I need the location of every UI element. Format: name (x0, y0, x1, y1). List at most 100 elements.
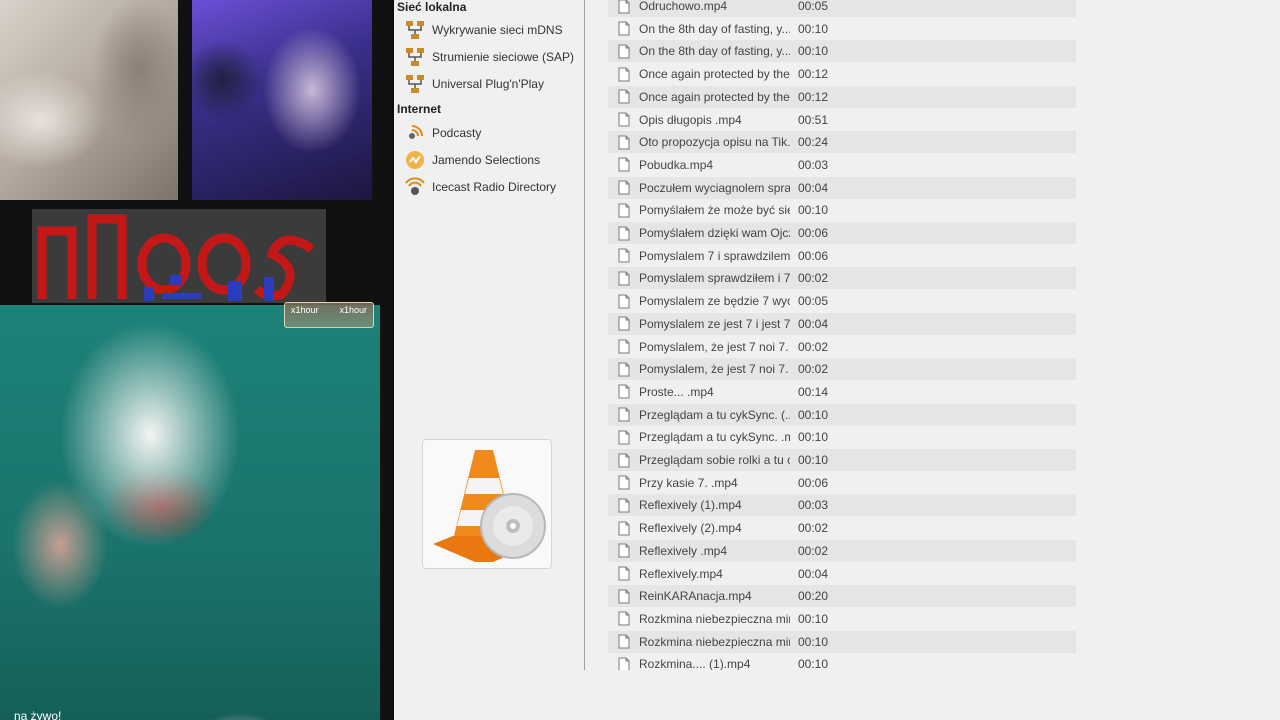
sidebar-item-label: Wykrywanie sieci mDNS (432, 23, 563, 37)
playlist-item-duration: 00:12 (798, 67, 829, 82)
playlist-item-title: Reflexively (1).mp4 (639, 498, 742, 513)
playlist-item-duration: 00:10 (798, 407, 829, 422)
playlist-item-duration: 00:02 (798, 543, 829, 558)
playlist-item-duration: 00:14 (798, 384, 829, 399)
playlist-row[interactable]: Rozkmina niebezpieczna min... 00:10 (608, 630, 1076, 653)
file-icon (618, 362, 630, 377)
playlist-item-title: Rozkmina niebezpieczna min... (639, 611, 790, 626)
file-icon (618, 157, 630, 172)
playlist-item-duration: 00:02 (798, 271, 829, 286)
playlist-row[interactable]: Przeglądam a tu cykSync. .m... 00:10 (608, 426, 1076, 448)
file-icon (618, 566, 630, 581)
playlist-item-duration: 00:10 (798, 453, 829, 467)
playlist-row[interactable]: Pomyslalem sprawdziłem i 7.... 00:02 (608, 267, 1076, 290)
sidebar-item-sap[interactable]: Strumienie sieciowe (SAP) (404, 45, 579, 69)
sidebar-item-icecast[interactable]: Icecast Radio Directory (404, 175, 579, 199)
sidebar-item-label: Universal Plug'n'Play (432, 77, 544, 91)
playlist-row[interactable]: Pomyslalem ze jest 7 i jest 7 ... 00:04 (608, 312, 1076, 335)
playlist-item-duration: 00:10 (798, 430, 829, 445)
file-icon (618, 634, 630, 649)
playlist-item-title: Pomyslalem ze jest 7 i jest 7 ... (639, 316, 790, 331)
playlist-row[interactable]: Opis długopis .mp4 00:51 (608, 109, 1076, 131)
channel-logo-graphic (32, 209, 326, 303)
file-icon (618, 453, 630, 467)
playlist-item-duration: 00:03 (798, 157, 829, 172)
sidebar-item-mdns[interactable]: Wykrywanie sieci mDNS (404, 18, 579, 42)
playlist-item-duration: 00:10 (798, 21, 829, 36)
x1hour-label-right: x1hour (339, 305, 367, 315)
playlist-item-duration: 00:02 (798, 521, 829, 536)
file-icon (618, 248, 630, 263)
playlist-row[interactable]: Poczułem wyciagnolem spra... 00:04 (608, 176, 1076, 199)
playlist-row[interactable]: Przy kasie 7. .mp4 00:06 (608, 472, 1076, 494)
playlist-item-title: Reflexively .mp4 (639, 543, 728, 558)
vlc-playlist-window: Sieć lokalna Wykrywanie sieci mDNS Strum… (394, 0, 1280, 720)
vlc-cone-icon (433, 450, 546, 562)
file-icon (618, 226, 630, 240)
playlist-row[interactable]: Reflexively .mp4 00:02 (608, 539, 1076, 562)
playlist-row[interactable]: Pomyslalem 7 i sprawdzilem i ... 00:06 (608, 245, 1076, 267)
playlist-row[interactable]: Reflexively (1).mp4 00:03 (608, 494, 1076, 517)
playlist-row[interactable]: Pomyslalem, że jest 7 noi 7. ... 00:02 (608, 358, 1076, 381)
playlist-row[interactable]: Pomyślałem że może być sie... 00:10 (608, 199, 1076, 221)
playlist-row[interactable]: On the 8th day of fasting, y... 00:10 (608, 18, 1076, 40)
playlist-row[interactable]: On the 8th day of fasting, y... 00:10 (608, 40, 1076, 63)
playlist-item-duration: 00:05 (798, 0, 829, 13)
playlist-item-title: Proste... .mp4 (639, 384, 714, 399)
sidebar-item-label: Strumienie sieciowe (SAP) (432, 50, 575, 64)
playlist-item-duration: 00:04 (798, 566, 829, 581)
playlist-row[interactable]: Proste... .mp4 00:14 (608, 381, 1076, 403)
playlist-item-title: Przeglądam sobie rolki a tu c... (639, 453, 790, 467)
playlist-item-duration: 00:03 (798, 498, 829, 513)
file-icon (618, 543, 630, 558)
live-caption: na żywo! (14, 709, 62, 720)
file-icon (618, 316, 630, 331)
playlist-item-duration: 00:20 (798, 589, 829, 604)
playlist-row[interactable]: Once again protected by the... 00:12 (608, 63, 1076, 85)
playlist-row[interactable]: ReinKARAnacja.mp4 00:20 (608, 585, 1076, 608)
playlist-row[interactable]: Once again protected by the... 00:12 (608, 85, 1076, 108)
network-icon (406, 48, 424, 66)
playlist-item-title: Once again protected by the... (639, 67, 790, 82)
playlist-item-title: On the 8th day of fasting, y... (639, 21, 790, 36)
playlist-item-duration: 00:10 (798, 44, 829, 59)
file-icon (618, 0, 630, 13)
playlist-row[interactable]: Pomyslalem ze będzie 7 wyci... 00:05 (608, 290, 1076, 312)
playlist-row[interactable]: Przeglądam a tu cykSync. (... 00:10 (608, 403, 1076, 426)
playlist-item-duration: 00:12 (798, 89, 829, 104)
file-icon (618, 203, 630, 218)
playlist-row[interactable]: Reflexively (2).mp4 00:02 (608, 517, 1076, 539)
playlist-item-duration: 00:10 (798, 634, 829, 649)
sidebar-item-jamendo[interactable]: Jamendo Selections (404, 148, 579, 172)
playlist-item-title: Przeglądam a tu cykSync. .m... (639, 430, 790, 445)
playlist-item-duration: 00:02 (798, 339, 829, 354)
jamendo-icon (406, 151, 424, 169)
playlist-row[interactable]: Pomyślałem dzięki wam Ojcz... 00:06 (608, 222, 1076, 244)
playlist-row[interactable]: Rozkmina niebezpieczna min... 00:10 (608, 608, 1076, 630)
network-icon (406, 75, 424, 93)
file-icon (618, 430, 630, 445)
sidebar-item-podcasts[interactable]: Podcasty (404, 121, 579, 145)
sidebar-item-label: Podcasty (432, 126, 482, 140)
playlist-item-title: Reflexively.mp4 (639, 566, 723, 581)
playlist-item-title: Opis długopis .mp4 (639, 112, 742, 127)
playlist-item-duration: 00:06 (798, 226, 829, 240)
playlist-row[interactable]: Reflexively.mp4 00:04 (608, 563, 1076, 585)
playlist-row[interactable]: Odruchowo.mp4 00:05 (608, 0, 1076, 17)
playlist-item-title: Once again protected by the... (639, 89, 790, 104)
playlist-sidebar: Sieć lokalna Wykrywanie sieci mDNS Strum… (394, 0, 585, 670)
playlist-row[interactable]: Pomyslalem, że jest 7 noi 7. ... 00:02 (608, 336, 1076, 358)
file-icon (618, 498, 630, 513)
playlist-item-title: Pomyślałem dzięki wam Ojcz... (639, 226, 790, 240)
network-icon (406, 21, 424, 39)
playlist-item-title: Pomyslalem sprawdziłem i 7.... (639, 271, 790, 286)
playlist-row[interactable]: Pobudka.mp4 00:03 (608, 154, 1076, 176)
playlist-row[interactable]: Oto propozycja opisu na Tik... 00:24 (608, 131, 1076, 154)
playlist-item-title: Odruchowo.mp4 (639, 0, 728, 13)
sidebar-item-upnp[interactable]: Universal Plug'n'Play (404, 72, 579, 96)
playlist-item-title: On the 8th day of fasting, y... (639, 44, 790, 59)
file-icon (618, 135, 630, 150)
file-icon (618, 407, 630, 422)
playlist-item-duration: 00:05 (798, 294, 829, 309)
playlist-row[interactable]: Przeglądam sobie rolki a tu c... 00:10 (608, 449, 1076, 471)
